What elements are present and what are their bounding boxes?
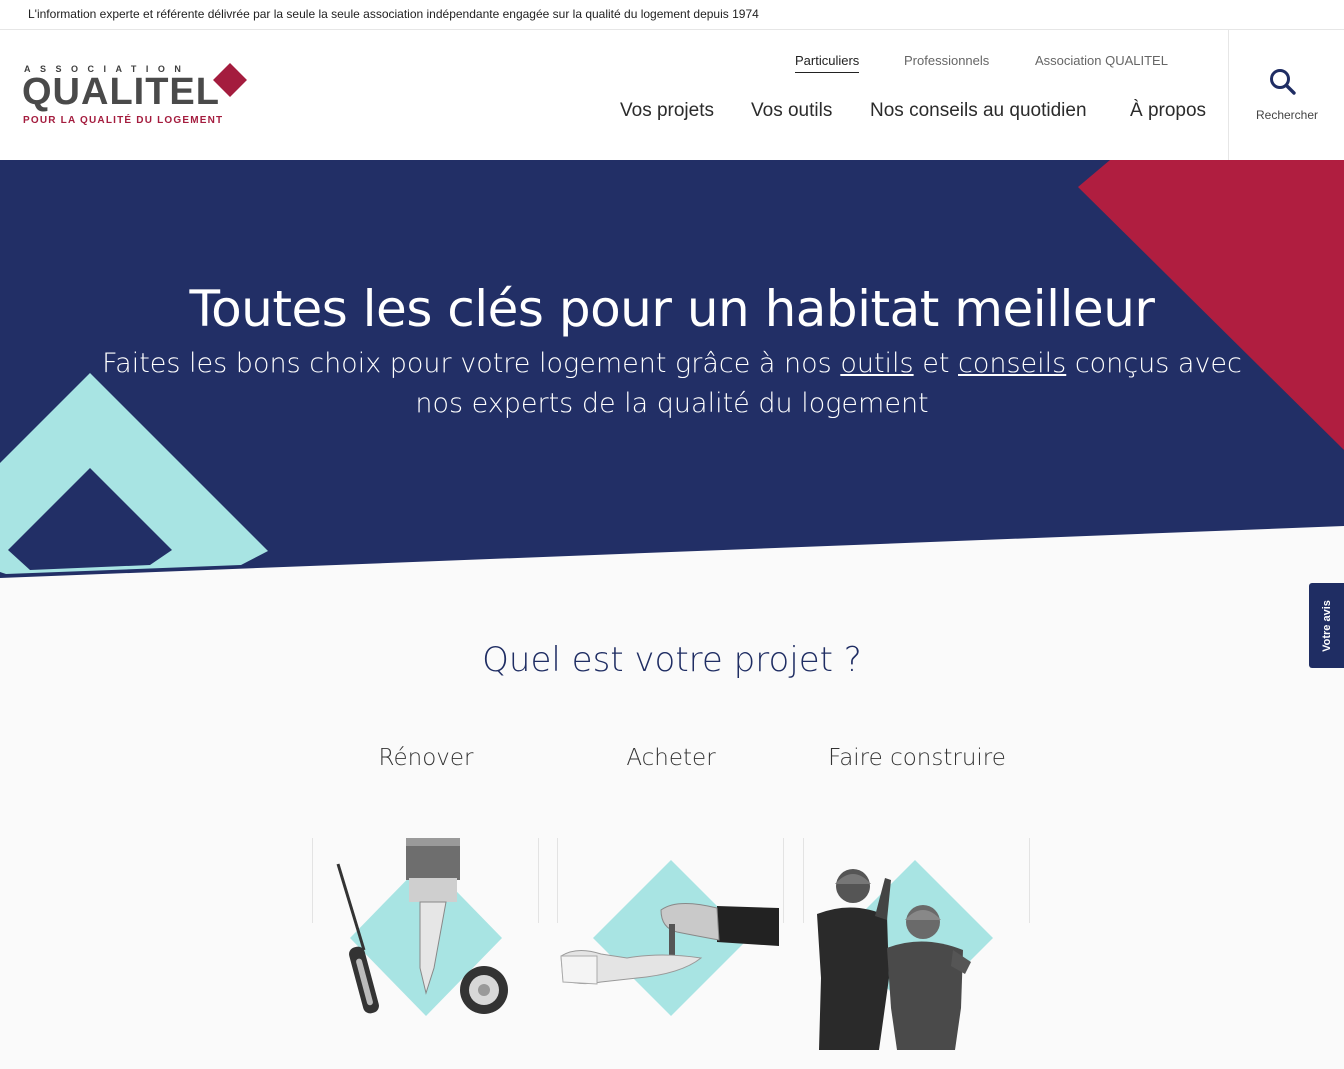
- hero-banner: Toutes les clés pour un habitat meilleur…: [0, 160, 1344, 580]
- nav-vos-projets[interactable]: Vos projets: [620, 100, 714, 122]
- outils-link[interactable]: outils: [840, 348, 913, 379]
- site-header: ASSOCIATION QUALITEL POUR LA QUALITÉ DU …: [0, 30, 1344, 160]
- card-divider: [312, 838, 313, 923]
- project-card-faire-construire[interactable]: [803, 828, 1031, 1053]
- hero-sub-before: Faites les bons choix pour votre logemen…: [102, 348, 841, 379]
- qualitel-logo[interactable]: ASSOCIATION QUALITEL POUR LA QUALITÉ DU …: [22, 63, 262, 134]
- conseils-link[interactable]: conseils: [958, 348, 1066, 379]
- project-card-acheter[interactable]: [557, 828, 785, 1053]
- project-label-faire-construire[interactable]: Faire construire: [807, 745, 1027, 771]
- search-icon: [1270, 69, 1296, 95]
- nav-a-propos[interactable]: À propos: [1130, 100, 1206, 122]
- top-info-bar: L'information experte et référente déliv…: [0, 0, 1344, 30]
- card-divider: [1029, 838, 1030, 923]
- nav-vos-outils[interactable]: Vos outils: [751, 100, 832, 122]
- project-label-acheter[interactable]: Acheter: [571, 745, 771, 771]
- hero-subtitle: Faites les bons choix pour votre logemen…: [100, 344, 1244, 424]
- subnav-professionnels[interactable]: Professionnels: [904, 53, 989, 68]
- search-label: Rechercher: [1255, 108, 1319, 122]
- workers-icon: [817, 860, 993, 1050]
- hero-title: Toutes les clés pour un habitat meilleur: [189, 280, 1155, 338]
- subnav-particuliers[interactable]: Particuliers: [795, 53, 860, 73]
- projects-title: Quel est votre projet ?: [482, 640, 862, 680]
- card-divider: [783, 838, 784, 923]
- search-button[interactable]: Rechercher: [1228, 30, 1344, 160]
- card-divider: [557, 838, 558, 923]
- hero-sub-middle: et: [913, 348, 958, 379]
- top-info-text: L'information experte et référente déliv…: [28, 7, 759, 21]
- card-divider: [803, 838, 804, 923]
- logo-tagline: POUR LA QUALITÉ DU LOGEMENT: [23, 115, 224, 126]
- project-card-renover[interactable]: [312, 828, 540, 1053]
- paintbrush-tools-icon: [336, 838, 508, 1016]
- card-divider: [538, 838, 539, 923]
- key-handover-icon: [560, 860, 779, 1016]
- project-label-renover[interactable]: Rénover: [326, 745, 526, 771]
- logo-name: QUALITEL: [22, 71, 220, 113]
- nav-nos-conseils[interactable]: Nos conseils au quotidien: [870, 100, 1087, 122]
- subnav-association[interactable]: Association QUALITEL: [1035, 53, 1168, 68]
